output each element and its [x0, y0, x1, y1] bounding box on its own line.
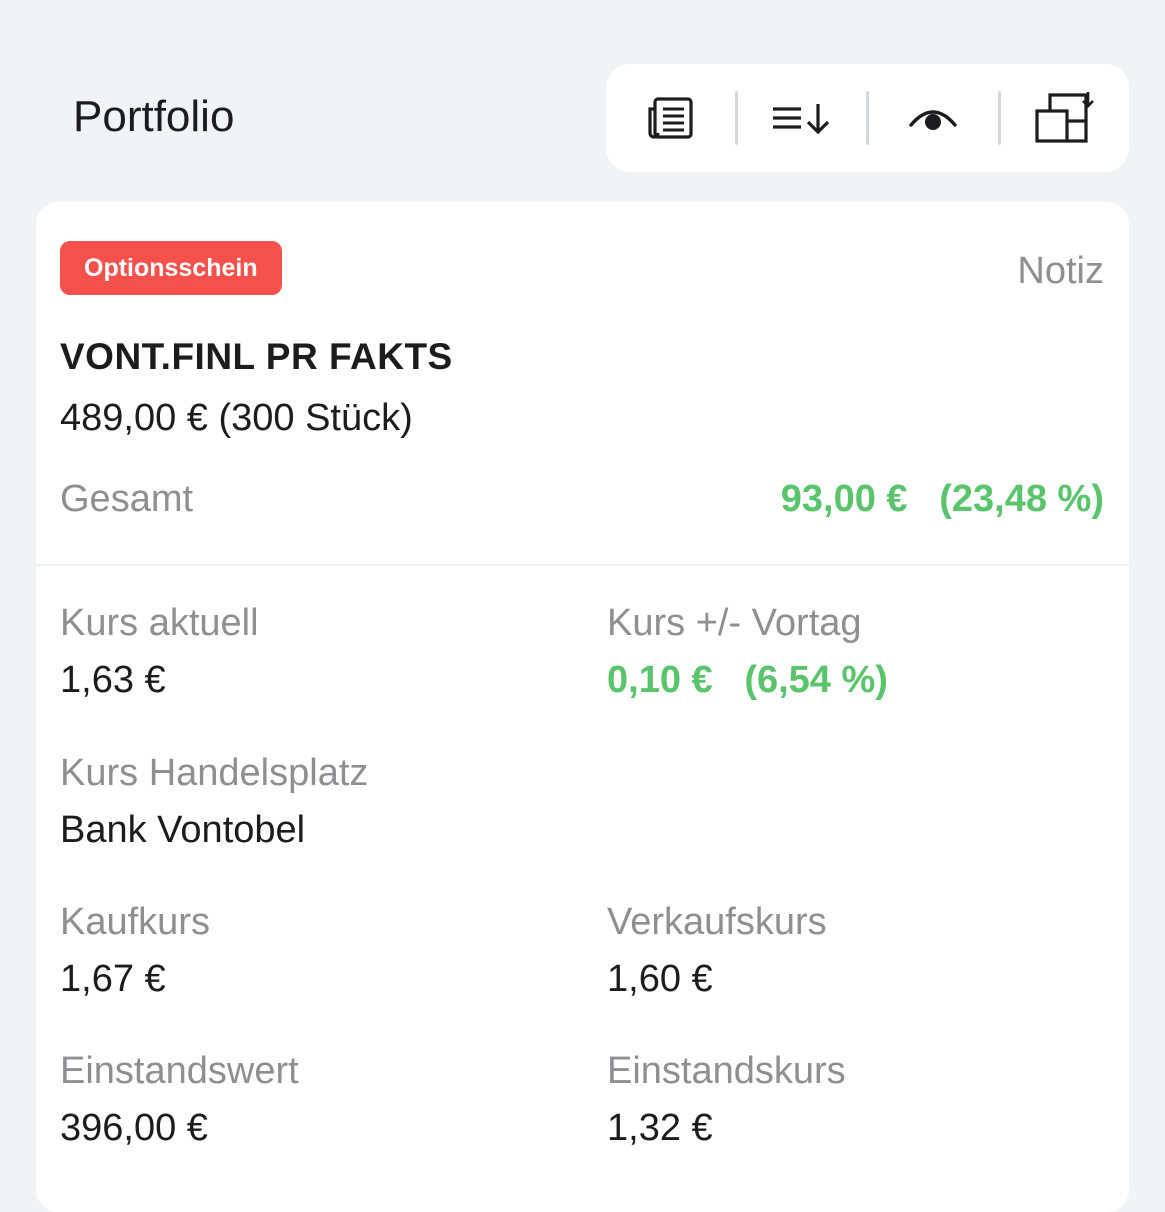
visibility-icon — [909, 110, 957, 130]
field-label: Kurs aktuell — [60, 602, 259, 644]
field-kurs-vortag: Kurs +/- Vortag 0,10 € (6,54 %) — [607, 600, 888, 703]
toolbar — [606, 64, 1129, 172]
divider — [36, 564, 1129, 566]
field-label: Einstandswert — [60, 1050, 299, 1092]
page-title: Portfolio — [73, 92, 235, 141]
field-value: 1,67 € — [60, 958, 166, 1000]
header: Portfolio — [0, 0, 1165, 190]
field-einstandswert: Einstandswert 396,00 € — [60, 1048, 299, 1151]
field-verkaufskurs: Verkaufskurs 1,60 € — [607, 899, 827, 1002]
field-label: Kurs +/- Vortag — [607, 602, 862, 644]
total-gain-value: 93,00 € (23,48 %) — [780, 478, 1104, 520]
note-button[interactable]: Notiz — [1017, 248, 1104, 294]
field-value: Bank Vontobel — [60, 809, 306, 851]
news-icon — [648, 97, 693, 139]
instrument-name: VONT.FINL PR FAKTS — [60, 336, 453, 377]
field-einstandskurs: Einstandskurs 1,32 € — [607, 1048, 846, 1151]
total-label: Gesamt — [60, 478, 194, 520]
field-kaufkurs: Kaufkurs 1,67 € — [60, 899, 210, 1002]
news-button[interactable] — [606, 64, 735, 172]
field-value: 0,10 € (6,54 %) — [607, 659, 888, 701]
field-label: Kaufkurs — [60, 901, 210, 943]
instrument-type-badge: Optionsschein — [60, 241, 282, 295]
export-button[interactable] — [1001, 64, 1130, 172]
field-label: Verkaufskurs — [607, 901, 827, 943]
field-value: 1,60 € — [607, 958, 713, 1000]
sort-button[interactable] — [738, 64, 867, 172]
visibility-button[interactable] — [869, 64, 998, 172]
export-icon — [1035, 92, 1094, 143]
position-value: 489,00 € (300 Stück) — [60, 397, 413, 439]
field-kurs-aktuell: Kurs aktuell 1,63 € — [60, 600, 259, 703]
field-label: Einstandskurs — [607, 1050, 846, 1092]
field-value: 1,63 € — [60, 659, 166, 701]
sort-icon — [772, 104, 829, 135]
field-kurs-handelsplatz: Kurs Handelsplatz Bank Vontobel — [60, 750, 368, 853]
field-value: 1,32 € — [607, 1107, 713, 1149]
field-value: 396,00 € — [60, 1107, 208, 1149]
position-card[interactable]: Optionsschein Notiz VONT.FINL PR FAKTS 4… — [36, 202, 1129, 1212]
field-label: Kurs Handelsplatz — [60, 752, 369, 794]
